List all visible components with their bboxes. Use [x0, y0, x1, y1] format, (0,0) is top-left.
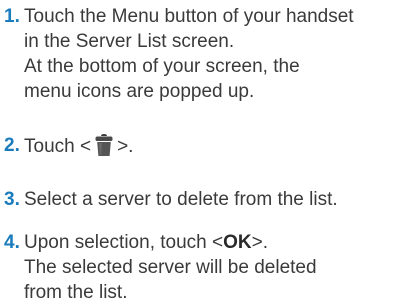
step-1-line-4: menu icons are popped up.: [24, 81, 255, 102]
step-2-prefix: Touch <: [24, 136, 92, 157]
step-4-line-1: Upon selection, touch <OK>.: [24, 230, 268, 255]
step-1-number: 1.: [4, 6, 20, 27]
step-3-line-1: Select a server to delete from the list.: [24, 189, 338, 210]
step-1-line-1: Touch the Menu button of your handset: [24, 6, 354, 27]
step-4-line-2: The selected server will be deleted: [24, 257, 317, 278]
step-4-line-1-suffix: >.: [251, 232, 268, 253]
step-3-number: 3.: [4, 189, 20, 210]
step-1-line-3: At the bottom of your screen, the: [24, 56, 300, 77]
step-2-suffix: >.: [117, 136, 134, 157]
step-4-number: 4.: [4, 232, 20, 253]
step-2-line: Touch < >.: [24, 133, 133, 159]
ok-label: OK: [223, 232, 252, 253]
step-4-line-3: from the list.: [24, 282, 128, 303]
trash-can-icon: [95, 134, 113, 156]
step-4-line-1-prefix: Upon selection, touch <: [24, 232, 224, 253]
step-2-number: 2.: [4, 135, 20, 156]
step-1-line-2: in the Server List screen.: [24, 31, 235, 52]
